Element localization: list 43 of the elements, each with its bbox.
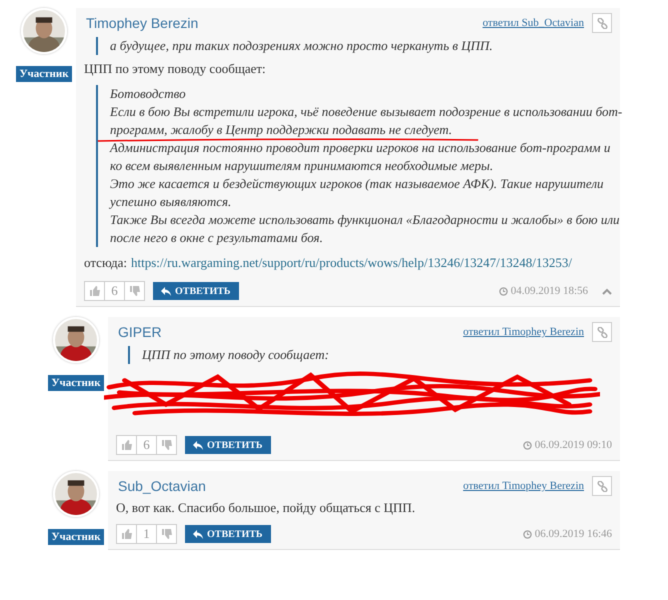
reply-arrow-icon (193, 440, 203, 450)
reply-arrow-icon (193, 530, 203, 538)
quote-line: успешно выявляются. (110, 193, 232, 211)
quote-line: после него в окне с результатами боя. (110, 229, 323, 247)
role-badge: Участник (16, 66, 72, 82)
reply-to-link[interactable]: ответил Timophey Berezin (463, 480, 584, 492)
author-name[interactable]: GIPER (116, 324, 456, 340)
role-badge: Участник (48, 529, 104, 545)
quote-line: ко всем выявленным нарушителям принимаются необходимые меры. (110, 157, 494, 175)
quote-line: ЦПП по этому поводу сообщает: (142, 346, 329, 364)
url-link[interactable]: https://ru.wargaming.net/support/ru/products/wows/help/13246/13247/13248/13253/ (131, 255, 572, 271)
timestamp: 06.09.2019 16:46 (522, 528, 612, 540)
like-count: 1 (136, 525, 157, 543)
link-label: отсюда: (84, 255, 127, 271)
quote-line: Администрация постоянно проводит проверки игроков на использование бот-программ и (110, 139, 610, 157)
clock-icon (522, 440, 532, 450)
author-name[interactable]: Timophey Berezin (84, 15, 475, 31)
reply-arrow-icon (161, 286, 171, 296)
reply-button[interactable]: ОТВЕТИТЬ (185, 525, 271, 543)
link-icon[interactable] (592, 476, 612, 496)
like-count: 6 (136, 436, 157, 454)
quote-line: Ботоводство (110, 85, 186, 103)
quote-line: а будущее, при таких подозрениях можно просто черкануть в ЦПП. (110, 37, 493, 55)
quote-line: Также Вы всегда можете использовать функционал «Благодарности и жалобы» в бою или (110, 211, 620, 229)
reply-to-link[interactable]: ответил Sub_Octavian (482, 17, 584, 29)
timestamp: 04.09.2019 18:56 (498, 285, 588, 297)
author-name[interactable]: Sub_Octavian (116, 478, 456, 494)
timestamp: 06.09.2019 09:10 (522, 439, 612, 451)
reply-to-link[interactable]: ответил Timophey Berezin (463, 326, 584, 338)
link-icon[interactable] (592, 322, 612, 342)
quote-line: Если в бою Вы встретили игрока, чьё поведение вызывает подозрение в использовании бот- (110, 103, 622, 121)
link-icon[interactable] (592, 13, 612, 33)
comment-text: О, вот как. Спасибо большое, пойду общаться с ЦПП. (116, 500, 416, 516)
quote-line: Это же касается и бездействующих игроков (так называемое АФК). Такие нарушители (110, 175, 604, 193)
reply-button[interactable]: ОТВЕТИТЬ (153, 282, 239, 300)
caret-icon[interactable] (602, 288, 612, 294)
like-count: 6 (104, 282, 125, 300)
quote-line: программ, жалобу в Центр поддержки подавать не следует. (110, 121, 452, 139)
clock-icon (498, 286, 508, 296)
comment-text: ЦПП по этому поводу сообщает: (84, 61, 267, 77)
clock-icon (522, 530, 532, 538)
reply-button[interactable]: ОТВЕТИТЬ (185, 436, 271, 454)
role-badge: Участник (48, 375, 104, 391)
